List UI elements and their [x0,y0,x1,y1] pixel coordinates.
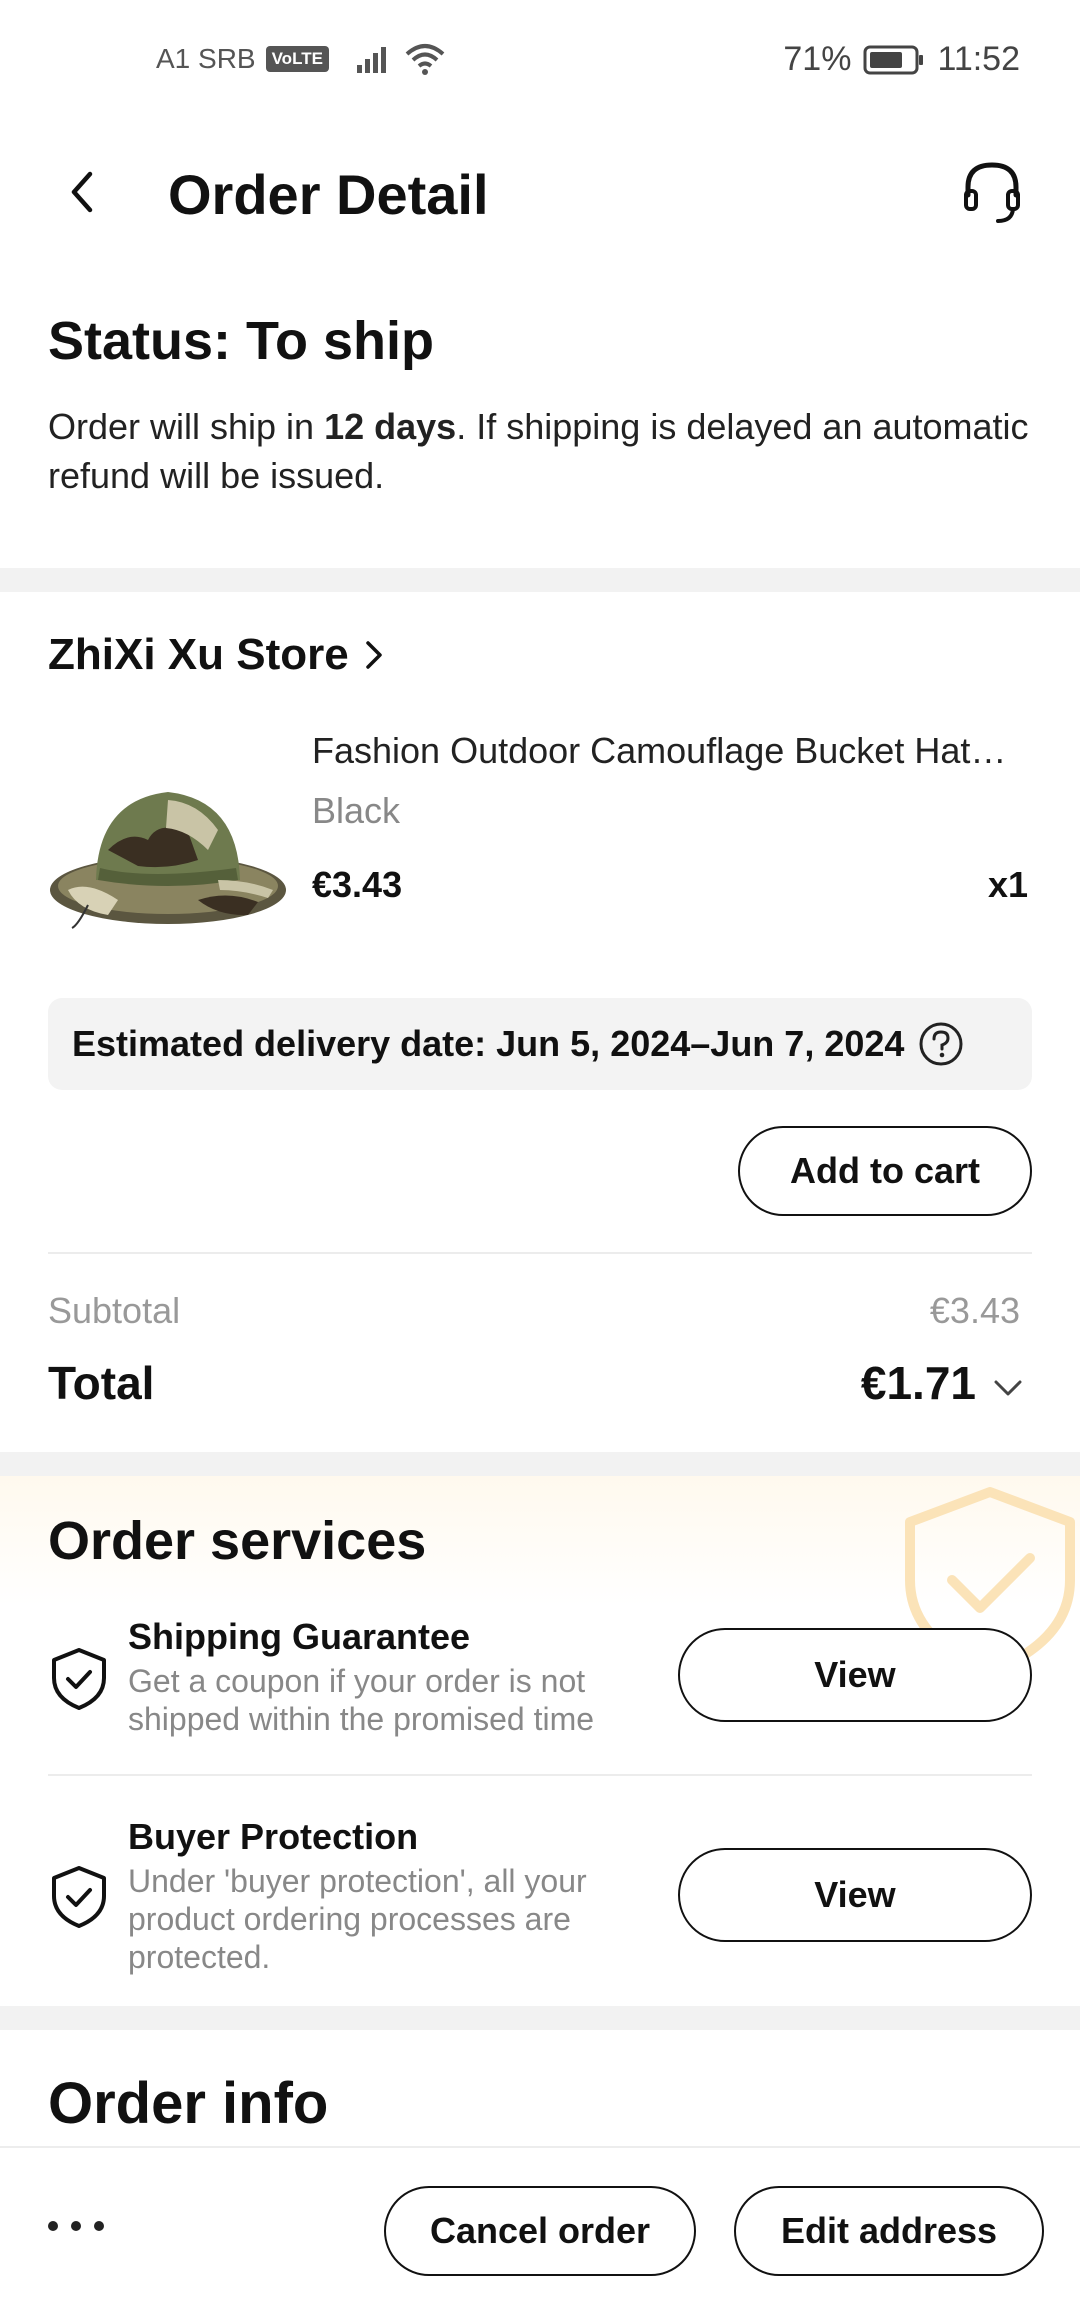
shield-check-icon [52,1866,106,1928]
more-dot-icon [94,2221,104,2231]
subtotal-label: Subtotal [48,1290,181,1331]
order-status-description: Order will ship in 12 days. If shipping … [48,402,1038,500]
volte-badge: VoLTE [265,46,329,72]
total-row[interactable]: Total €1.71 [48,1350,1032,1420]
estimated-delivery-box: Estimated delivery date: Jun 5, 2024–Jun… [48,998,1032,1090]
signal-icon [356,47,386,73]
more-dot-icon [48,2221,58,2231]
cancel-order-button[interactable]: Cancel order [384,2186,696,2276]
shield-check-icon [52,1648,106,1710]
product-price: €3.43 [312,864,403,905]
app-header: Order Detail [0,140,1080,250]
section-divider [0,568,1080,592]
subtotal-value: €3.43 [929,1290,1020,1331]
chevron-right-icon [365,641,382,669]
total-label: Total [48,1357,155,1409]
wifi-icon [405,44,445,75]
more-dot-icon [71,2221,81,2231]
services-divider [48,1774,1032,1776]
buyer-protection-view-button[interactable]: View [678,1848,1032,1942]
status-bar-left: A1 SRB VoLTE [156,42,447,76]
summary-divider [48,1252,1032,1254]
carrier-label: A1 SRB [156,43,256,74]
product-title[interactable]: Fashion Outdoor Camouflage Bucket Hat… [312,730,1032,772]
page-title: Order Detail [168,163,489,226]
total-value: €1.71 [860,1357,976,1409]
status-desc-before: Order will ship in [48,406,325,447]
add-to-cart-button[interactable]: Add to cart [738,1126,1032,1216]
battery-icon [863,45,924,74]
estimated-delivery-text: Estimated delivery date: Jun 5, 2024–Jun… [72,1023,905,1064]
product-quantity: x1 [987,864,1028,905]
service-description: Under 'buyer protection', all your produ… [128,1863,587,1975]
store-link[interactable]: ZhiXi Xu Store [48,630,385,680]
section-divider [0,1452,1080,1476]
store-name: ZhiXi Xu Store [48,630,349,679]
status-desc-days: 12 days [324,406,457,447]
service-description: Get a coupon if your order is not shippe… [128,1663,595,1737]
customer-support-button[interactable] [952,152,1032,232]
chevron-left-icon [71,171,93,213]
back-button[interactable] [52,162,112,222]
order-info-title: Order info [48,2071,329,2136]
help-icon[interactable] [918,1021,964,1067]
chevron-down-icon[interactable] [988,1368,1028,1408]
product-variant: Black [312,790,401,831]
product-item[interactable]: Fashion Outdoor Camouflage Bucket Hat… B… [48,720,1032,940]
bottom-action-bar: Cancel order Edit address [0,2146,1080,2310]
subtotal-row: Subtotal €3.43 [48,1290,1032,1332]
edit-address-button[interactable]: Edit address [734,2186,1044,2276]
battery-percent: 71% [783,40,852,78]
clock: 11:52 [937,40,1020,78]
service-buyer-protection: Buyer Protection Under 'buyer protection… [48,1816,1032,1986]
service-shipping-guarantee: Shipping Guarantee Get a coupon if your … [48,1616,1032,1740]
more-options-button[interactable] [48,2202,104,2250]
product-image[interactable] [48,740,288,930]
order-status-section: Status: To ship Order will ship in 12 da… [48,310,1038,500]
status-bar: A1 SRB VoLTE 71% 11:52 [0,0,1080,120]
shipping-guarantee-view-button[interactable]: View [678,1628,1032,1722]
order-services-title: Order services [48,1511,427,1571]
order-status-title: Status: To ship [48,311,434,371]
headset-icon [964,162,1020,223]
status-bar-right: 71% 11:52 [783,40,1020,79]
section-divider [0,2006,1080,2030]
service-name: Shipping Guarantee [128,1616,471,1657]
service-name: Buyer Protection [128,1816,419,1857]
